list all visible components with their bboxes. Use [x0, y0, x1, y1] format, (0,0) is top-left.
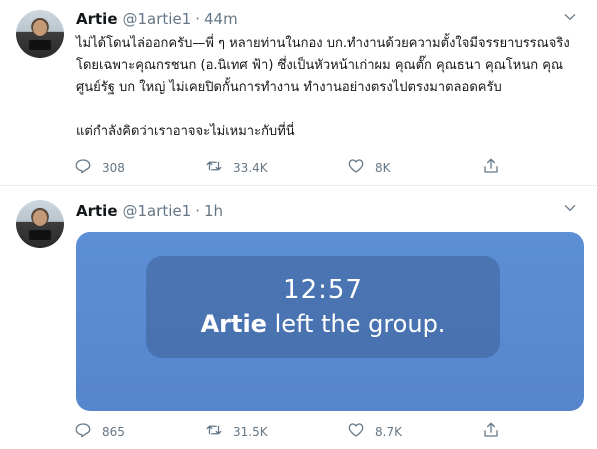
retweet-button[interactable]: 31.5K	[205, 421, 268, 442]
like-button[interactable]: 8K	[347, 157, 391, 178]
tweet[interactable]: Artie @1artie1 · 1h 12:57 Artie left the…	[0, 187, 597, 449]
tweet-header: Artie @1artie1 · 1h	[76, 201, 223, 221]
reply-count: 865	[102, 424, 125, 439]
chevron-down-icon[interactable]	[561, 199, 579, 217]
retweet-count: 31.5K	[233, 424, 268, 439]
avatar[interactable]	[16, 200, 64, 248]
retweet-button[interactable]: 33.4K	[205, 157, 268, 178]
user-handle[interactable]: @1artie1	[123, 202, 192, 220]
notice-time: 12:57	[283, 275, 363, 305]
reply-icon	[74, 157, 102, 178]
reply-count: 308	[102, 160, 125, 175]
tweet-header: Artie @1artie1 · 44m	[76, 9, 238, 29]
tweet-actions: 308 33.4K 8K	[74, 157, 534, 177]
avatar-camera	[29, 230, 51, 240]
avatar-camera	[29, 40, 51, 50]
tweet-time[interactable]: 44m	[204, 10, 238, 28]
chevron-down-icon[interactable]	[561, 8, 579, 26]
avatar-face	[33, 210, 47, 226]
share-button[interactable]	[482, 157, 510, 178]
like-count: 8.7K	[375, 424, 402, 439]
reply-button[interactable]: 865	[74, 421, 125, 442]
retweet-count: 33.4K	[233, 160, 268, 175]
share-button[interactable]	[482, 421, 510, 442]
like-button[interactable]: 8.7K	[347, 421, 402, 442]
notice-actor: Artie	[200, 310, 267, 338]
share-icon	[482, 157, 510, 178]
like-icon	[347, 421, 375, 442]
separator-dot: ·	[195, 202, 201, 220]
like-count: 8K	[375, 160, 391, 175]
avatar[interactable]	[16, 10, 64, 58]
user-name[interactable]: Artie	[76, 202, 118, 220]
retweet-icon	[205, 157, 233, 178]
group-notice: 12:57 Artie left the group.	[146, 256, 500, 358]
user-handle[interactable]: @1artie1	[123, 10, 192, 28]
retweet-icon	[205, 421, 233, 442]
tweet[interactable]: Artie @1artie1 · 44m ไม่ได้โดนไล่ออกครับ…	[0, 0, 597, 186]
tweet-time[interactable]: 1h	[204, 202, 223, 220]
notice-message: Artie left the group.	[201, 307, 446, 341]
reply-button[interactable]: 308	[74, 157, 125, 178]
separator-dot: ·	[195, 10, 201, 28]
notice-text: left the group.	[266, 310, 446, 338]
reply-icon	[74, 421, 102, 442]
tweet-text: ไม่ได้โดนไล่ออกครับ—พี่ ๆ หลายท่านในกอง …	[76, 36, 570, 139]
share-icon	[482, 421, 510, 442]
like-icon	[347, 157, 375, 178]
tweet-actions: 865 31.5K 8.7K	[74, 421, 534, 441]
user-name[interactable]: Artie	[76, 10, 118, 28]
avatar-face	[33, 20, 47, 36]
tweet-image[interactable]: 12:57 Artie left the group.	[76, 232, 584, 411]
